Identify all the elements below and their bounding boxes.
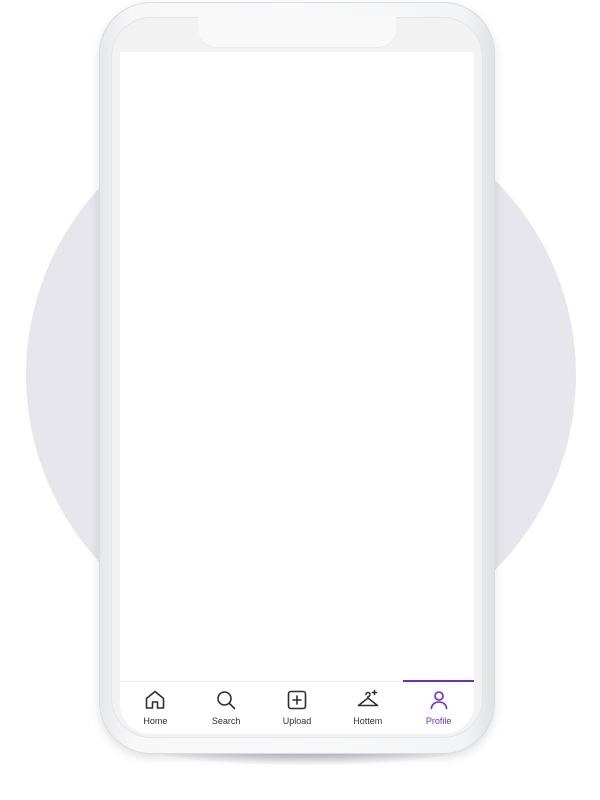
search-icon: [217, 691, 236, 710]
profile-icon: [430, 691, 447, 710]
tab-search-label: Search: [211, 716, 241, 726]
upload-icon: [287, 690, 307, 710]
home-icon: [146, 690, 165, 709]
tab-home[interactable]: Home: [120, 682, 191, 734]
tab-upload-label: Upload: [282, 716, 312, 726]
hanger-icon: [357, 689, 379, 707]
phone-notch: [198, 16, 396, 47]
tab-upload[interactable]: Upload: [262, 682, 333, 734]
tab-home-label: Home: [143, 716, 168, 726]
tab-profile[interactable]: Profile: [403, 680, 474, 734]
tab-hottem[interactable]: Hottem: [332, 682, 403, 734]
app-screen: [120, 52, 474, 681]
bottom-tab-bar: Home Search Upload Hottem Profile: [120, 680, 474, 734]
tab-search[interactable]: Search: [191, 682, 262, 734]
tab-profile-label: Profile: [425, 716, 452, 726]
tab-hottem-label: Hottem: [353, 716, 383, 726]
active-tab-indicator: [403, 680, 474, 682]
